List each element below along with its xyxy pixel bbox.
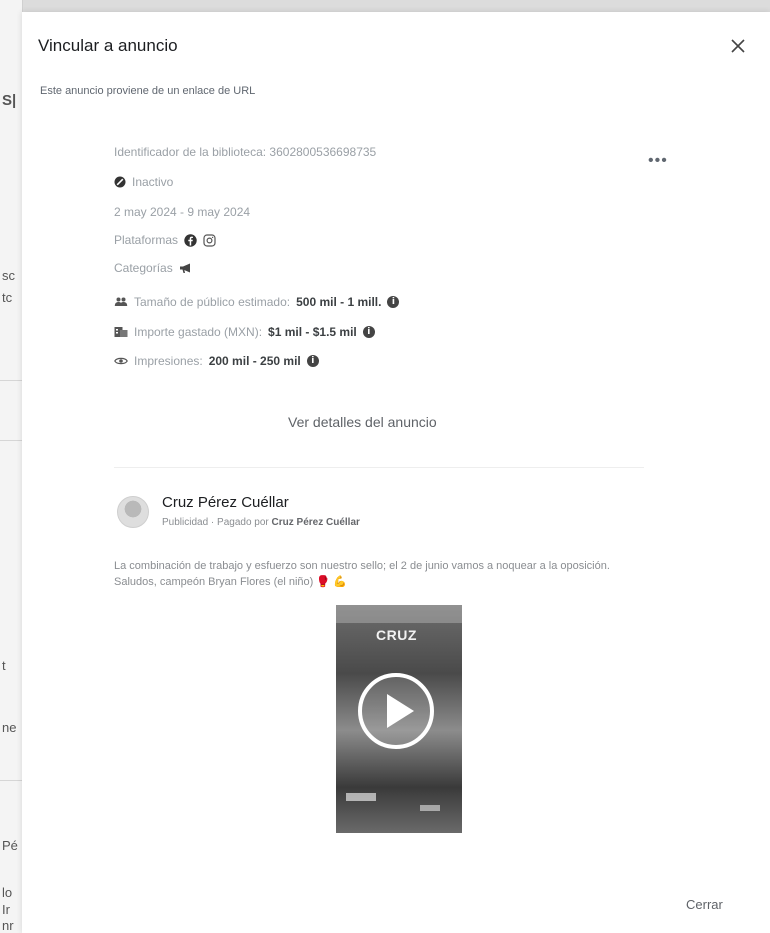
background-divider [0,380,22,381]
sponsored-prefix: Publicidad · Pagado por [162,517,269,528]
audience-label: Tamaño de público estimado: [134,295,291,309]
close-dialog-button[interactable]: Cerrar [686,897,723,912]
more-options-button[interactable]: ••• [648,152,668,170]
spend-row: Importe gastado (MXN): $1 mil - $1.5 mil… [114,325,375,339]
background-text: tc [2,290,13,305]
sponsor-name: Cruz Pérez Cuéllar [271,517,360,528]
background-page: S| sc tc t ne Pé lo Ir nr [0,0,23,933]
spend-label: Importe gastado (MXN): [134,325,263,339]
audience-row: Tamaño de público estimado: 500 mil - 1 … [114,295,400,309]
section-divider [114,467,644,468]
categories-row: Categorías [114,261,193,275]
platforms-row: Plataformas [114,233,216,247]
close-icon [731,39,745,53]
instagram-icon [203,233,216,247]
info-icon[interactable]: i [362,326,375,338]
categories-label: Categorías [114,261,173,275]
info-icon[interactable]: i [387,296,400,308]
status-text: Inactivo [132,175,174,189]
background-text: t [2,658,6,673]
date-range-text: 2 may 2024 - 9 may 2024 [114,205,251,219]
dialog-title: Vincular a anuncio [38,36,178,55]
dialog-subtitle: Este anuncio proviene de un enlace de UR… [40,85,256,97]
background-divider [0,780,22,781]
ad-body-text: La combinación de trabajo y esfuerzo son… [114,560,610,588]
status-inactive-icon [114,176,126,188]
page-top-band [0,0,770,12]
video-caption-overlay [420,805,440,811]
link-to-ad-dialog: Vincular a anuncio Este anuncio proviene… [22,12,770,933]
spend-value: $1 mil - $1.5 mil [268,325,357,339]
advertiser-avatar[interactable] [117,496,149,528]
background-text: sc [2,268,15,283]
background-text: S| [2,92,17,109]
advertiser-name[interactable]: Cruz Pérez Cuéllar [162,494,289,511]
date-range: 2 may 2024 - 9 may 2024 [114,205,250,219]
more-icon: ••• [648,152,668,169]
facebook-icon [184,233,197,247]
eye-icon [114,357,128,365]
audience-icon [114,297,128,306]
play-icon[interactable] [356,671,436,751]
library-id: Identificador de la biblioteca: 36028005… [114,145,376,159]
close-button[interactable] [726,34,750,58]
background-text: nr [2,918,14,933]
video-caption-overlay [346,793,376,801]
background-text: ne [2,720,17,735]
impressions-value: 200 mil - 250 mil [208,354,301,368]
background-text: Pé [2,838,18,853]
library-id-text: Identificador de la biblioteca: 36028005… [114,145,377,159]
video-brand-text: CRUZ [376,627,417,643]
view-ad-details-link[interactable]: Ver detalles del anuncio [288,414,437,430]
audience-value: 500 mil - 1 mill. [296,295,382,309]
background-text: Ir [2,902,10,917]
info-icon[interactable]: i [306,355,319,367]
sponsored-line: Publicidad · Pagado por Cruz Pérez Cuéll… [162,517,360,528]
impressions-label: Impresiones: [134,354,203,368]
background-divider [0,440,22,441]
megaphone-icon [179,263,190,273]
spend-icon [114,327,128,337]
ad-video[interactable]: CRUZ [336,605,462,833]
status-row: Inactivo [114,175,173,189]
video-top-overlay [336,605,462,623]
background-text: lo [2,885,13,900]
platforms-label: Plataformas [114,233,179,247]
impressions-row: Impresiones: 200 mil - 250 mil i [114,354,319,368]
